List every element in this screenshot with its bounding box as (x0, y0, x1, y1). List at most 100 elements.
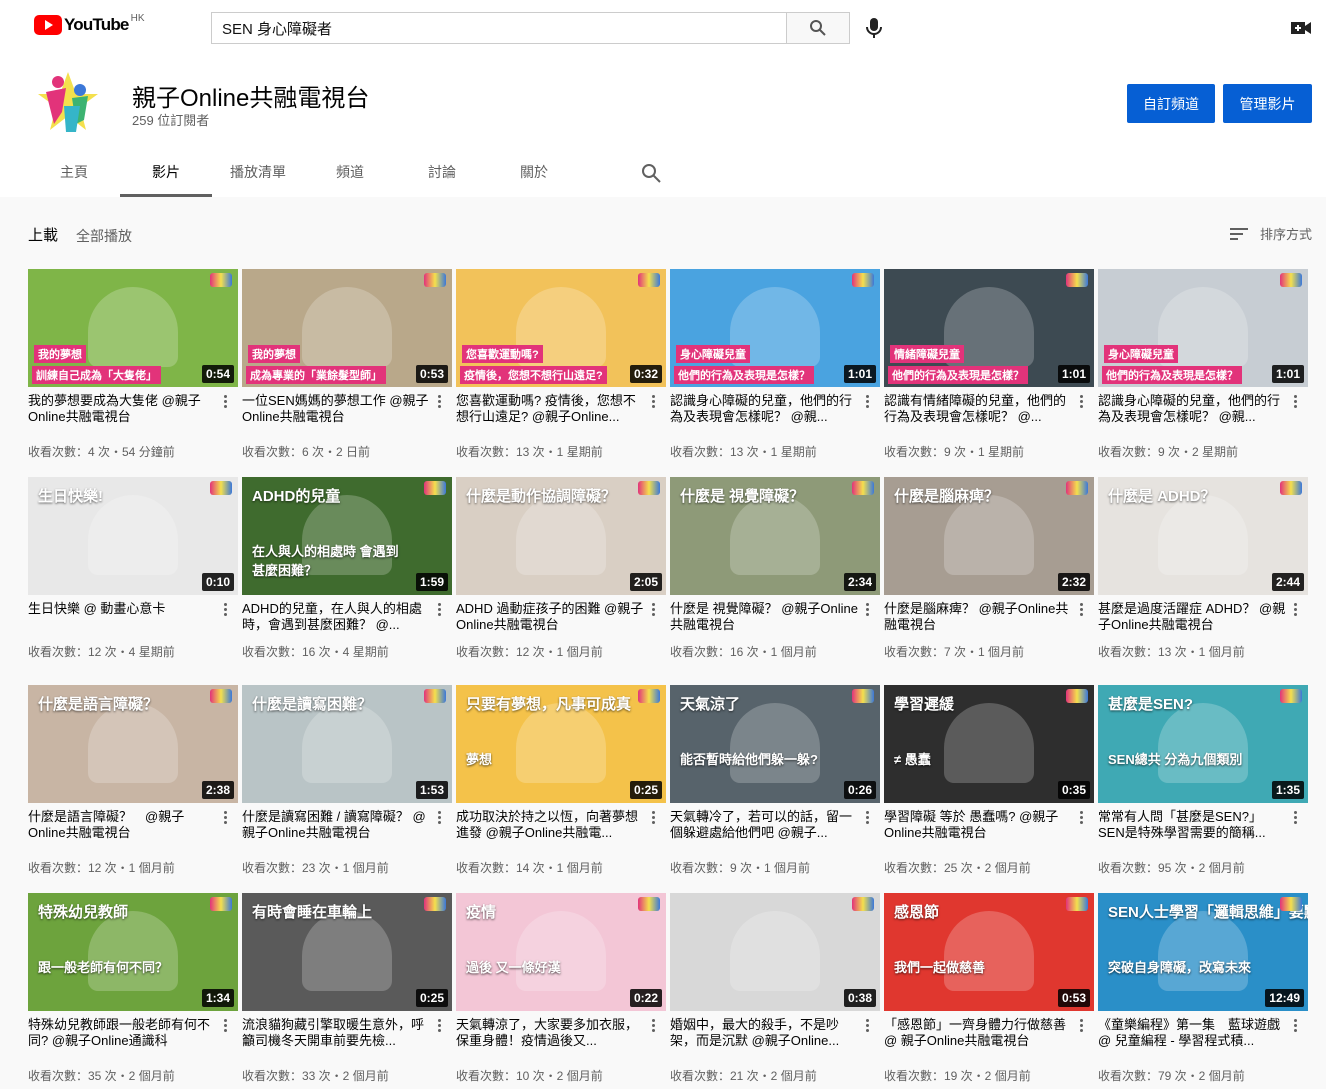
uploads-title[interactable]: 上載 (28, 224, 58, 245)
more-actions-icon[interactable] (438, 395, 442, 411)
video-thumbnail[interactable]: 我的夢想 訓練自己成為「大隻佬」 0:54 (28, 269, 238, 387)
video-thumbnail[interactable]: 疫情 過後 又一條好漢 0:22 (456, 893, 666, 1011)
tab-discussion[interactable]: 討論 (396, 151, 488, 197)
search-button[interactable] (786, 12, 850, 44)
more-actions-icon[interactable] (652, 1019, 656, 1035)
video-card[interactable]: 什麼是 視覺障礙？ 2:34 什麼是 視覺障礙？ @親子Online共融電視台 收看次… (670, 477, 880, 673)
video-title[interactable]: 《童樂編程》第一集 藍球遊戲 @ 兒童編程 - 學習程式積... (1098, 1017, 1288, 1049)
channel-search-icon[interactable] (640, 162, 662, 184)
microphone-icon[interactable] (863, 16, 885, 40)
video-thumbnail[interactable]: 天氣涼了 能否暫時給他們躲一躲? 0:26 (670, 685, 880, 803)
video-title[interactable]: 流浪貓狗藏引擎取暖生意外，呼籲司機冬天開車前要先檢... (242, 1017, 432, 1049)
video-title[interactable]: 成功取決於持之以恆，向著夢想進發 @親子Online共融電... (456, 809, 646, 841)
video-card[interactable]: 疫情 過後 又一條好漢 0:22 天氣轉涼了，大家要多加衣服，保重身體！疫情過後又..… (456, 893, 666, 1089)
video-title[interactable]: 一位SEN媽媽的夢想工作 @親子Online共融電視台 (242, 393, 432, 425)
video-card[interactable]: 我的夢想 成為專業的「業餘髮型師」 0:53 一位SEN媽媽的夢想工作 @親子Onli… (242, 269, 452, 465)
video-card[interactable]: 只要有夢想，凡事可成真 夢想 0:25 成功取決於持之以恆，向著夢想進發 @親子Onl… (456, 685, 666, 881)
more-actions-icon[interactable] (1080, 603, 1084, 619)
video-thumbnail[interactable]: 什麼是語言障礙？ 2:38 (28, 685, 238, 803)
video-card[interactable]: 天氣涼了 能否暫時給他們躲一躲? 0:26 天氣轉冷了，若可以的話，留一個躲避處給他們… (670, 685, 880, 881)
video-thumbnail[interactable]: 特殊幼兒教師 跟一般老師有何不同？ 1:34 (28, 893, 238, 1011)
video-title[interactable]: 認識有情緒障礙的兒童，他們的行為及表現會怎樣呢？ @... (884, 393, 1074, 425)
video-title[interactable]: 認識身心障礙的兒童，他們的行為及表現會怎樣呢？ @親... (670, 393, 860, 425)
search-input[interactable]: SEN 身心障礙者 (211, 12, 786, 44)
video-title[interactable]: 您喜歡運動嗎? 疫情後，您想不想行山遠足? @親子Online... (456, 393, 646, 425)
video-thumbnail[interactable]: 甚麼是SEN? SEN總共 分為九個類別 1:35 (1098, 685, 1308, 803)
channel-avatar[interactable] (28, 62, 108, 142)
more-actions-icon[interactable] (652, 603, 656, 619)
more-actions-icon[interactable] (224, 603, 228, 619)
customize-channel-button[interactable]: 自訂頻道 (1127, 84, 1215, 123)
video-thumbnail[interactable]: 學習遲緩 ≠ 愚蠢 0:35 (884, 685, 1094, 803)
video-title[interactable]: 婚姻中，最大的殺手，不是吵架，而是沉默 @親子Online... (670, 1017, 860, 1049)
more-actions-icon[interactable] (1294, 1019, 1298, 1035)
more-actions-icon[interactable] (438, 811, 442, 827)
video-title[interactable]: 什麼是 視覺障礙？ @親子Online共融電視台 (670, 601, 860, 633)
video-card[interactable]: 0:38 婚姻中，最大的殺手，不是吵架，而是沉默 @親子Online... 收看次數… (670, 893, 880, 1089)
video-thumbnail[interactable]: 身心障礙兒童 他們的行為及表現是怎樣？ 1:01 (1098, 269, 1308, 387)
more-actions-icon[interactable] (1294, 395, 1298, 411)
more-actions-icon[interactable] (224, 1019, 228, 1035)
video-title[interactable]: 「感恩節」一齊身體力行做慈善 @ 親子Online共融電視台 (884, 1017, 1074, 1049)
video-card[interactable]: 甚麼是SEN? SEN總共 分為九個類別 1:35 常常有人問「甚麼是SEN?」SEN… (1098, 685, 1308, 881)
tab-videos[interactable]: 影片 (120, 151, 212, 197)
video-thumbnail[interactable]: SEN人士學習「邏輯思維」要點： 突破自身障礙，改寫未來 12:49 (1098, 893, 1308, 1011)
video-thumbnail[interactable]: 什麼是讀寫困難？ 1:53 (242, 685, 452, 803)
video-card[interactable]: 特殊幼兒教師 跟一般老師有何不同？ 1:34 特殊幼兒教師跟一般老師有何不同? @親子… (28, 893, 238, 1089)
video-title[interactable]: 甚麼是過度活躍症 ADHD？ @親子Online共融電視台 (1098, 601, 1288, 633)
video-card[interactable]: 身心障礙兒童 他們的行為及表現是怎樣？ 1:01 認識身心障礙的兒童，他們的行為及表現… (670, 269, 880, 465)
video-title[interactable]: 天氣轉涼了，大家要多加衣服，保重身體！疫情過後又... (456, 1017, 646, 1049)
tab-channels[interactable]: 頻道 (304, 151, 396, 197)
video-title[interactable]: 生日快樂 @ 動畫心意卡 (28, 601, 218, 617)
video-title[interactable]: 我的夢想要成為大隻佬 @親子Online共融電視台 (28, 393, 218, 425)
video-title[interactable]: 學習障礙 等於 愚蠢嗎? @親子Online共融電視台 (884, 809, 1074, 841)
tab-home[interactable]: 主頁 (28, 151, 120, 197)
video-card[interactable]: 什麼是讀寫困難？ 1:53 什麼是讀寫困難 / 讀寫障礙？ @親子Online共融電… (242, 685, 452, 881)
video-thumbnail[interactable]: 情緒障礙兒童 他們的行為及表現是怎樣？ 1:01 (884, 269, 1094, 387)
more-actions-icon[interactable] (866, 603, 870, 619)
video-thumbnail[interactable]: ADHD的兒童 在人與人的相處時 會遇到甚麼困難？ 1:59 (242, 477, 452, 595)
video-title[interactable]: 什麼是腦麻痺？ @親子Online共融電視台 (884, 601, 1074, 633)
more-actions-icon[interactable] (1080, 1019, 1084, 1035)
video-card[interactable]: 身心障礙兒童 他們的行為及表現是怎樣？ 1:01 認識身心障礙的兒童，他們的行為及表現… (1098, 269, 1308, 465)
video-thumbnail[interactable]: 感恩節 我們一起做慈善 0:53 (884, 893, 1094, 1011)
youtube-logo[interactable]: YouTube HK (34, 13, 145, 35)
more-actions-icon[interactable] (1080, 811, 1084, 827)
video-thumbnail[interactable]: 您喜歡運動嗎? 疫情後，您想不想行山遠足? 0:32 (456, 269, 666, 387)
video-card[interactable]: ADHD的兒童 在人與人的相處時 會遇到甚麼困難？ 1:59 ADHD的兒童，在人與人… (242, 477, 452, 673)
video-thumbnail[interactable]: 我的夢想 成為專業的「業餘髮型師」 0:53 (242, 269, 452, 387)
video-card[interactable]: 情緒障礙兒童 他們的行為及表現是怎樣？ 1:01 認識有情緒障礙的兒童，他們的行為及表… (884, 269, 1094, 465)
tab-playlists[interactable]: 播放清單 (212, 151, 304, 197)
video-card[interactable]: 什麼是 ADHD？ 2:44 甚麼是過度活躍症 ADHD？ @親子Online共融電… (1098, 477, 1308, 673)
video-title[interactable]: 認識身心障礙的兒童，他們的行為及表現會怎樣呢？ @親... (1098, 393, 1288, 425)
video-card[interactable]: 學習遲緩 ≠ 愚蠢 0:35 學習障礙 等於 愚蠢嗎? @親子Online共融電視台收… (884, 685, 1094, 881)
video-title[interactable]: 什麼是語言障礙？ @親子Online共融電視台 (28, 809, 218, 841)
video-thumbnail[interactable]: 0:38 (670, 893, 880, 1011)
video-card[interactable]: 什麼是動作協調障礙？ 2:05 ADHD 過動症孩子的困難 @親子Online共融電… (456, 477, 666, 673)
play-all-link[interactable]: 全部播放 (76, 226, 132, 246)
video-thumbnail[interactable]: 只要有夢想，凡事可成真 夢想 0:25 (456, 685, 666, 803)
video-title[interactable]: ADHD的兒童，在人與人的相處時，會遇到甚麼困難？ @... (242, 601, 432, 633)
video-thumbnail[interactable]: 身心障礙兒童 他們的行為及表現是怎樣？ 1:01 (670, 269, 880, 387)
more-actions-icon[interactable] (1080, 395, 1084, 411)
more-actions-icon[interactable] (224, 395, 228, 411)
video-thumbnail[interactable]: 有時會睡在車輪上 0:25 (242, 893, 452, 1011)
video-thumbnail[interactable]: 什麼是腦麻痺？ 2:32 (884, 477, 1094, 595)
video-title[interactable]: 什麼是讀寫困難 / 讀寫障礙？ @親子Online共融電視台 (242, 809, 432, 841)
video-title[interactable]: 特殊幼兒教師跟一般老師有何不同? @親子Online通識科 (28, 1017, 218, 1049)
video-card[interactable]: 有時會睡在車輪上 0:25 流浪貓狗藏引擎取暖生意外，呼籲司機冬天開車前要先檢...… (242, 893, 452, 1089)
manage-videos-button[interactable]: 管理影片 (1223, 84, 1312, 123)
more-actions-icon[interactable] (1294, 811, 1298, 827)
sort-button[interactable]: 排序方式 (1229, 224, 1312, 243)
video-thumbnail[interactable]: 什麼是 視覺障礙？ 2:34 (670, 477, 880, 595)
video-card[interactable]: 什麼是腦麻痺？ 2:32 什麼是腦麻痺？ @親子Online共融電視台 收看次數：7 … (884, 477, 1094, 673)
more-actions-icon[interactable] (438, 603, 442, 619)
video-thumbnail[interactable]: 生日快樂! 0:10 (28, 477, 238, 595)
video-title[interactable]: 天氣轉冷了，若可以的話，留一個躲避處給他們吧 @親子... (670, 809, 860, 841)
tab-about[interactable]: 關於 (488, 151, 580, 197)
more-actions-icon[interactable] (224, 811, 228, 827)
video-thumbnail[interactable]: 什麼是 ADHD？ 2:44 (1098, 477, 1308, 595)
more-actions-icon[interactable] (866, 811, 870, 827)
video-title[interactable]: 常常有人問「甚麼是SEN?」SEN是特殊學習需要的簡稱... (1098, 809, 1288, 841)
video-title[interactable]: ADHD 過動症孩子的困難 @親子Online共融電視台 (456, 601, 646, 633)
